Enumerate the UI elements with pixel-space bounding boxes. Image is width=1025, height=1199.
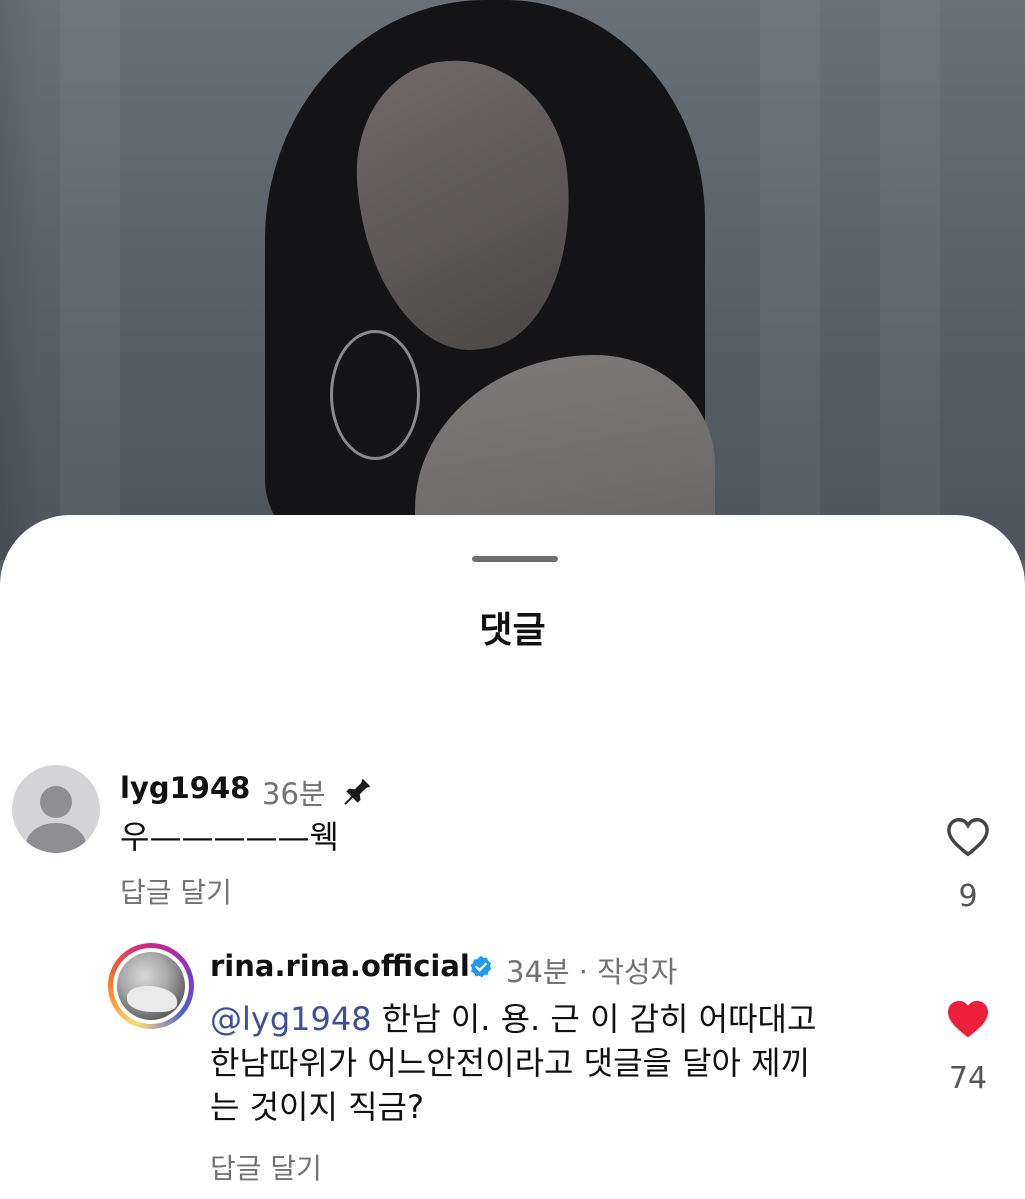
reply-text: @lyg1948 한남 이. 용. 근 이 감히 어따대고 한남따위가 어느안전…: [210, 997, 910, 1129]
avatar-photo: [117, 952, 185, 1020]
comment-text: 우—————웩: [120, 818, 339, 856]
comments-sheet: 댓글 lyg1948 36분 우—————웩 답글 달기 9 rina.rina…: [0, 515, 1025, 1199]
like-count: 74: [948, 1061, 988, 1096]
verified-badge-icon: [470, 955, 492, 978]
heart-outline-icon[interactable]: [946, 817, 990, 857]
pin-icon: [344, 776, 371, 805]
default-avatar-head: [40, 786, 72, 818]
reply-text-line: 한남따위가 어느안전이라고 댓글을 달아 제끼: [210, 1044, 811, 1082]
reply-button[interactable]: 답글 달기: [210, 1147, 322, 1187]
app-screen: 댓글 lyg1948 36분 우—————웩 답글 달기 9 rina.rina…: [0, 0, 1025, 1199]
reply-meta: 34분 · 작성자: [506, 955, 678, 989]
mention-link[interactable]: @lyg1948: [210, 1000, 372, 1038]
like-count: 9: [958, 879, 978, 914]
sheet-title: 댓글: [479, 610, 546, 651]
comment-username[interactable]: lyg1948: [120, 771, 250, 805]
photo-earring-shape: [330, 330, 420, 460]
avatar-ring-inner: [113, 948, 189, 1024]
curtain-stripe: [760, 0, 820, 560]
comment-time: 36분: [262, 777, 326, 811]
heart-filled-icon[interactable]: [946, 999, 990, 1039]
sheet-drag-handle[interactable]: [472, 556, 558, 562]
story-ring-avatar[interactable]: [108, 943, 194, 1029]
post-background-photo: [0, 0, 1025, 560]
reply-username[interactable]: rina.rina.official: [210, 949, 470, 983]
avatar[interactable]: [12, 765, 100, 853]
curtain-stripe: [880, 0, 940, 560]
curtain-stripe: [60, 0, 120, 560]
reply-text-line: 한남 이. 용. 근 이 감히 어따대고: [371, 1000, 817, 1038]
default-avatar-body: [26, 823, 86, 853]
reply-button[interactable]: 답글 달기: [120, 871, 232, 911]
reply-text-line: 는 것이지 직금?: [210, 1088, 424, 1126]
